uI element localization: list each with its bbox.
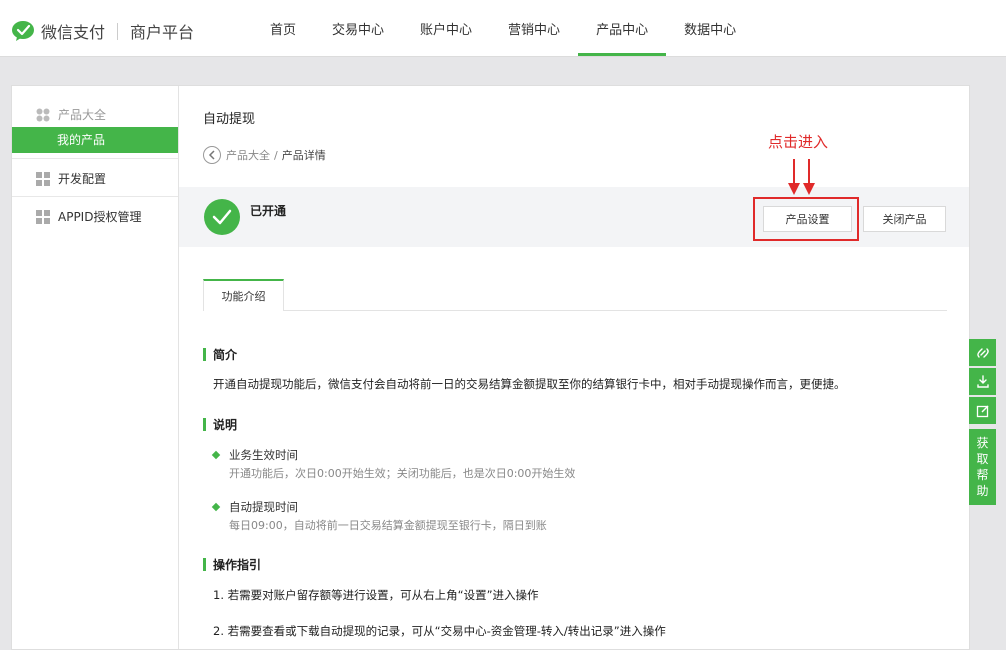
edit-icon [976, 405, 988, 417]
help-link-button[interactable] [969, 339, 996, 366]
check-circle-icon [204, 199, 240, 235]
content-area: 自动提现 产品大全 / 产品详情 已开通 产品设置 关闭产品 点击进入 功能介绍… [179, 86, 969, 649]
note-item: 自动提现时间 [211, 499, 298, 515]
annotation-arrows-icon [788, 159, 815, 195]
help-download-button[interactable] [969, 368, 996, 395]
guide-step: 1. 若需要对账户留存额等进行设置，可从右上角“设置”进入操作 [213, 588, 539, 602]
note-title: 自动提现时间 [229, 500, 298, 514]
nav-transactions[interactable]: 交易中心 [314, 0, 402, 56]
sidebar: 产品大全 我的产品 开发配置 APPID授权管理 [12, 86, 179, 649]
note-desc: 每日09:00，自动将前一日交易结算金额提现至银行卡，隔日到账 [229, 519, 547, 532]
tab-divider [203, 310, 947, 311]
note-item: 业务生效时间 [211, 447, 298, 463]
note-title: 业务生效时间 [229, 448, 298, 462]
brand-name: 微信支付 [41, 23, 106, 42]
breadcrumb-current: 产品详情 [281, 149, 326, 162]
top-bar: 微信支付 商户平台 首页 交易中心 账户中心 营销中心 产品中心 数据中心 [0, 0, 1006, 57]
intro-text: 开通自动提现功能后，微信支付会自动将前一日的交易结算金额提取至你的结算银行卡中，… [213, 377, 846, 391]
sidebar-group-products: 产品大全 我的产品 [12, 103, 178, 153]
status-band: 已开通 产品设置 关闭产品 [179, 187, 969, 247]
sidebar-divider [12, 158, 178, 159]
wechat-logo-icon [12, 21, 34, 41]
product-grid-icon [36, 108, 50, 122]
diamond-bullet-icon [211, 502, 221, 512]
nav-home[interactable]: 首页 [252, 0, 314, 56]
annotation-text: 点击进入 [768, 133, 829, 151]
sidebar-divider [12, 196, 178, 197]
breadcrumb-parent[interactable]: 产品大全 [226, 147, 270, 163]
get-help-button[interactable]: 获取帮助 [969, 429, 996, 505]
sidebar-item-label: 开发配置 [58, 172, 107, 186]
close-product-button[interactable]: 关闭产品 [863, 206, 946, 232]
sidebar-group-dev: 开发配置 [12, 167, 178, 191]
page-title: 自动提现 [203, 112, 256, 127]
tab-feature-intro[interactable]: 功能介绍 [203, 279, 284, 311]
logo-divider [117, 22, 119, 40]
section-heading-notes: 说明 [203, 416, 237, 433]
nav-products[interactable]: 产品中心 [578, 0, 667, 56]
product-settings-button[interactable]: 产品设置 [763, 206, 852, 232]
heading-text: 操作指引 [213, 558, 262, 572]
sidebar-item-appid-auth[interactable]: APPID授权管理 [12, 205, 178, 229]
chevron-left-icon [208, 150, 215, 160]
help-edit-button[interactable] [969, 397, 996, 424]
heading-accent-bar [203, 418, 206, 431]
diamond-bullet-icon [211, 450, 221, 460]
heading-text: 简介 [213, 348, 238, 362]
breadcrumb-separator: / [274, 148, 278, 162]
nav-data[interactable]: 数据中心 [666, 0, 754, 56]
heading-text: 说明 [213, 418, 238, 432]
section-heading-intro: 简介 [203, 346, 237, 363]
link-icon [976, 347, 989, 358]
section-heading-guide: 操作指引 [203, 556, 261, 573]
platform-name: 商户平台 [130, 23, 195, 42]
download-icon [976, 374, 989, 388]
sidebar-item-my-products[interactable]: 我的产品 [12, 127, 178, 153]
logo[interactable]: 微信支付 商户平台 [11, 20, 194, 42]
sidebar-item-label: 产品大全 [58, 108, 107, 122]
heading-accent-bar [203, 348, 206, 361]
sidebar-item-label: APPID授权管理 [58, 210, 142, 224]
guide-step: 2. 若需要查看或下载自动提现的记录，可从“交易中心-资金管理-转入/转出记录”… [213, 624, 666, 638]
sidebar-group-appid: APPID授权管理 [12, 205, 178, 229]
breadcrumb: 产品大全 / 产品详情 [203, 146, 326, 164]
grid-icon [36, 172, 50, 186]
nav-account[interactable]: 账户中心 [402, 0, 490, 56]
grid-icon [36, 210, 50, 224]
note-desc: 开通功能后，次日0:00开始生效；关闭功能后，也是次日0:00开始生效 [229, 467, 576, 480]
back-button[interactable] [203, 146, 221, 164]
heading-accent-bar [203, 558, 206, 571]
sidebar-item-product-all[interactable]: 产品大全 [12, 103, 178, 127]
main-nav: 首页 交易中心 账户中心 营销中心 产品中心 数据中心 [252, 0, 754, 56]
status-label: 已开通 [250, 204, 287, 218]
nav-marketing[interactable]: 营销中心 [490, 0, 578, 56]
main-panel: 产品大全 我的产品 开发配置 APPID授权管理 自动提现 产品大全 / 产品详… [11, 85, 970, 650]
sidebar-item-dev-config[interactable]: 开发配置 [12, 167, 178, 191]
